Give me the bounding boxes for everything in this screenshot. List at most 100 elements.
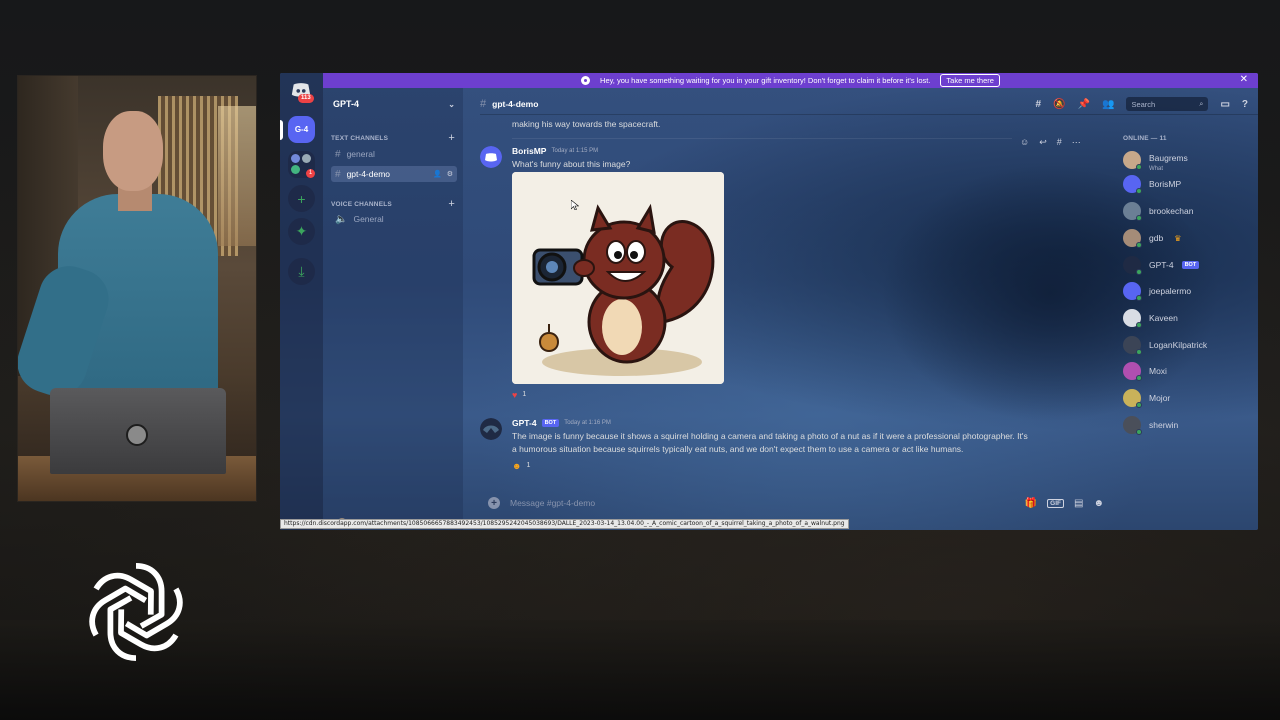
member-name: Moxi	[1149, 366, 1167, 376]
gift-icon	[581, 76, 591, 85]
hash-icon: #	[335, 148, 341, 160]
message-header: GPT-4 BOT Today at 1:16 PM	[512, 418, 611, 428]
folder-server-icon	[302, 154, 311, 163]
add-reaction-icon[interactable]: ☺	[1020, 137, 1029, 148]
message-actions: ☺ ↩ # ⋯	[1020, 137, 1081, 148]
message-composer[interactable]: + Message #gpt-4-demo 🎁 GIF ▤ ☻	[480, 491, 1104, 515]
inbox-icon[interactable]: ▭	[1220, 99, 1229, 110]
hash-icon: #	[480, 98, 487, 110]
invite-icon[interactable]: 👤	[433, 170, 442, 178]
message-timestamp: Today at 1:16 PM	[564, 420, 611, 426]
thread-icon[interactable]: #	[1057, 137, 1062, 148]
avatar	[1123, 202, 1142, 221]
category-label: TEXT CHANNELS	[331, 134, 389, 142]
mentions-badge: 113	[298, 94, 314, 103]
search-placeholder: Search	[1131, 99, 1156, 109]
member-item[interactable]: joepalermo	[1123, 282, 1191, 301]
server-header[interactable]: GPT-4 ⌄	[333, 99, 455, 109]
member-item[interactable]: LoganKilpatrick	[1123, 336, 1208, 355]
notification-mute-icon[interactable]: 🔕	[1053, 99, 1065, 110]
gear-icon[interactable]: ⚙	[447, 170, 453, 178]
avatar	[1123, 256, 1142, 275]
server-gpt4-icon[interactable]: G-4	[288, 116, 315, 143]
member-status: What	[1149, 166, 1164, 172]
channel-general[interactable]: # general	[331, 146, 457, 162]
server-name: GPT-4	[333, 99, 360, 109]
member-name: LoganKilpatrick	[1149, 340, 1208, 350]
member-item[interactable]: sherwin	[1123, 416, 1178, 435]
member-name: Baugrems	[1149, 153, 1188, 163]
reaction-emoji[interactable]: ☻ 1	[512, 459, 530, 472]
avatar	[1123, 229, 1142, 248]
member-item[interactable]: Kaveen	[1123, 309, 1178, 328]
sticker-icon[interactable]: ▤	[1074, 498, 1083, 509]
upload-plus-icon[interactable]: +	[488, 497, 500, 509]
member-list-icon[interactable]: 👥	[1102, 99, 1114, 110]
explore-servers-button[interactable]: ✦	[288, 218, 315, 245]
owner-crown-icon: ♛	[1174, 233, 1182, 243]
avatar	[1123, 416, 1142, 435]
member-name: GPT-4	[1149, 260, 1174, 270]
reaction-heart[interactable]: ♥ 1	[512, 388, 526, 401]
pin-icon[interactable]: 📌	[1078, 99, 1090, 110]
message-text: What's funny about this image?	[512, 159, 631, 169]
avatar	[1123, 362, 1142, 381]
emoji-icon[interactable]: ☻	[1093, 498, 1104, 509]
message-author[interactable]: GPT-4	[512, 418, 537, 428]
voice-channel-general[interactable]: 🔈 General	[331, 211, 457, 227]
chevron-down-icon: ⌄	[448, 99, 455, 109]
folder-server-icon	[291, 165, 300, 174]
create-channel-icon[interactable]: +	[448, 198, 455, 210]
avatar	[1123, 282, 1142, 301]
channel-sidebar: GPT-4 ⌄ TEXT CHANNELS + # general # gpt-…	[323, 88, 463, 530]
search-input[interactable]: Search ⌕	[1126, 97, 1209, 111]
mouse-cursor-icon	[571, 200, 579, 210]
member-item[interactable]: brookechan	[1123, 202, 1194, 221]
channel-label: General	[353, 214, 384, 224]
message-image-attachment[interactable]	[512, 172, 724, 384]
download-apps-button[interactable]: ⤓	[288, 258, 315, 285]
gift-notice-bar: Hey, you have something waiting for you …	[323, 73, 1258, 88]
member-name: Kaveen	[1149, 313, 1178, 323]
member-item[interactable]: Baugrems What	[1123, 148, 1188, 172]
create-channel-icon[interactable]: +	[448, 132, 455, 144]
member-item[interactable]: GPT-4 BOT	[1123, 256, 1200, 275]
avatar	[1123, 151, 1142, 170]
composer-placeholder: Message #gpt-4-demo	[510, 498, 596, 508]
member-item[interactable]: Moxi	[1123, 362, 1167, 381]
avatar	[1123, 389, 1142, 408]
laptop-logo-icon	[126, 424, 148, 446]
text-channels-category[interactable]: TEXT CHANNELS +	[331, 132, 455, 144]
member-item[interactable]: BorisMP	[1123, 175, 1181, 194]
folder-server-icon	[291, 154, 300, 163]
squirrel-photographer-image	[512, 172, 724, 384]
more-icon[interactable]: ⋯	[1072, 137, 1081, 148]
member-item[interactable]: gdb ♛	[1123, 229, 1182, 248]
channel-title: gpt-4-demo	[492, 99, 539, 109]
gift-icon[interactable]: 🎁	[1025, 498, 1037, 509]
member-item[interactable]: Mojor	[1123, 389, 1170, 408]
avatar[interactable]	[480, 146, 502, 168]
search-icon: ⌕	[1199, 99, 1204, 108]
link-status-bar: https://cdn.discordapp.com/attachments/1…	[280, 519, 849, 529]
grinning-face-icon: ☻	[512, 460, 522, 471]
avatar	[1123, 175, 1142, 194]
reaction-count: 1	[522, 391, 527, 398]
threads-icon[interactable]: #	[1036, 99, 1042, 110]
category-label: VOICE CHANNELS	[331, 200, 392, 208]
gif-button[interactable]: GIF	[1047, 498, 1065, 508]
help-icon[interactable]: ?	[1242, 99, 1248, 110]
channel-gpt-4-demo[interactable]: # gpt-4-demo 👤 ⚙	[331, 166, 457, 182]
take-me-there-button[interactable]: Take me there	[940, 74, 1000, 87]
presenter-head	[103, 111, 163, 191]
message-author[interactable]: BorisMP	[512, 146, 546, 156]
avatar[interactable]	[480, 418, 502, 440]
folder-badge: 1	[306, 169, 315, 178]
previous-message-text: making his way towards the spacecraft.	[512, 119, 661, 129]
reply-icon[interactable]: ↩	[1039, 137, 1047, 148]
voice-channels-category[interactable]: VOICE CHANNELS +	[331, 198, 455, 210]
close-icon[interactable]: ✕	[1240, 74, 1248, 85]
add-server-button[interactable]: +	[288, 185, 315, 212]
message-text: The image is funny because it shows a sq…	[512, 431, 1028, 441]
member-name: brookechan	[1149, 206, 1194, 216]
